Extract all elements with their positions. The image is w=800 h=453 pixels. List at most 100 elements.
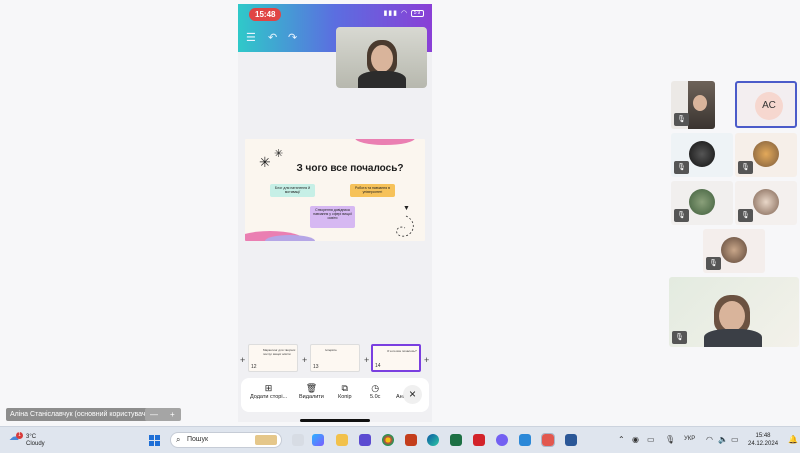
add-page-button[interactable]: ⊞ Додати сторі... — [250, 382, 287, 400]
participant-photo — [689, 189, 715, 215]
mic-muted-icon[interactable]: 🎙 — [665, 435, 675, 444]
teams-icon[interactable] — [359, 434, 371, 446]
participant-tile-active[interactable]: АС — [735, 81, 797, 128]
participant-photo — [753, 189, 779, 215]
edge-icon[interactable] — [427, 434, 439, 446]
participant-photo — [721, 237, 747, 263]
excel-icon[interactable] — [450, 434, 462, 446]
home-indicator — [300, 419, 370, 422]
slide-box-university: Робота та навчання в університеті — [350, 184, 395, 197]
add-page-label: Додати сторі... — [250, 394, 288, 400]
dashed-curve-decoration — [396, 215, 414, 237]
phone-status-bar: 15:48 ▮▮▮ ◠ 59 — [238, 4, 432, 24]
copy-icon: ⧉ — [341, 383, 348, 393]
task-view-icon[interactable] — [292, 434, 304, 446]
language-indicator[interactable]: УКР — [684, 436, 695, 442]
add-page-plus-icon[interactable]: + — [364, 355, 369, 365]
notification-bell-icon[interactable]: 🔔 — [788, 435, 798, 444]
chrome-icon[interactable] — [382, 434, 394, 446]
mic-muted-icon: 🎙 — [706, 257, 721, 270]
speaker-icon[interactable]: 🔈 — [718, 435, 728, 444]
page-thumbnail[interactable]: Маркетинг для творчих послуг вищої освіт… — [248, 344, 298, 372]
clock-date: 24.12.2024 — [748, 441, 779, 447]
start-button[interactable] — [149, 435, 160, 446]
slide-decoration-top — [355, 139, 415, 145]
page-actions-bar: ⊞ Додати сторі... 🗑 Видалити ⧉ Копір ◷ 5… — [241, 378, 429, 412]
copy-button[interactable]: ⧉ Копір — [338, 382, 352, 400]
person-face — [719, 301, 745, 331]
copy-label: Копір — [338, 394, 352, 400]
presenter-name-label: Аліна Станіславчук (основний користувач) — [6, 408, 152, 421]
page-thumbnail[interactable]: Інтерв'ю 13 — [310, 344, 360, 372]
participant-photo — [753, 141, 779, 167]
participant-tile-self[interactable]: 🎙 — [669, 277, 799, 347]
participant-tile[interactable]: 🎙 — [735, 181, 797, 225]
battery-icon[interactable]: ▭ — [731, 435, 739, 444]
person-body — [358, 71, 406, 88]
slide-canvas[interactable]: ✳ ✳ З чого все почалось? Блог для натхне… — [245, 139, 425, 241]
clock[interactable]: 15:48 24.12.2024 — [748, 432, 778, 448]
weather-text: 3°C Cloudy — [26, 434, 45, 447]
person-face — [371, 45, 393, 72]
add-page-icon: ⊞ — [264, 383, 273, 393]
presenter-camera-overlay[interactable] — [336, 27, 427, 88]
search-placeholder: Пошук — [187, 436, 209, 443]
wifi-icon[interactable]: ◠ — [706, 435, 713, 444]
taskbar: ☁ 1 3°C Cloudy ⌕ Пошук ⌃ ◉ ▭ 🎙 УКР ◠ 🔈 ▭ … — [0, 426, 800, 453]
add-page-plus-icon[interactable]: + — [424, 355, 429, 365]
sparkle-icon: ✳ — [259, 154, 271, 170]
participant-tile[interactable]: 🎙 — [671, 181, 733, 225]
search-highlight-icon — [255, 435, 277, 445]
slide-decoration-bottom-lilac — [265, 235, 315, 241]
person-body — [704, 329, 762, 347]
zoom-out-button[interactable]: — — [150, 408, 158, 421]
duration-button[interactable]: ◷ 5.0с — [370, 382, 380, 400]
participant-tile[interactable]: 🎙 — [735, 133, 797, 177]
arrow-head-icon: ▼ — [403, 205, 410, 212]
file-explorer-icon[interactable] — [336, 434, 348, 446]
add-page-plus-icon[interactable]: + — [240, 355, 245, 365]
trash-icon: 🗑 — [305, 383, 318, 393]
copilot-icon[interactable] — [312, 434, 324, 446]
thumbnail-text: Маркетинг для творчих послуг вищої освіт… — [263, 348, 296, 356]
tray-app-icon[interactable]: ◉ — [632, 435, 639, 444]
mic-muted-icon: 🎙 — [738, 209, 753, 222]
acrobat-icon[interactable] — [473, 434, 485, 446]
mic-muted-icon: 🎙 — [672, 331, 687, 344]
viber-icon[interactable] — [496, 434, 508, 446]
zoom-in-button[interactable]: + — [170, 408, 175, 421]
participant-tile[interactable]: 🎙 — [671, 81, 715, 129]
participant-photo — [689, 141, 715, 167]
thumbnail-number: 14 — [375, 363, 381, 369]
close-icon[interactable]: × — [403, 385, 422, 404]
active-app-icon[interactable] — [541, 433, 555, 447]
word-icon[interactable] — [565, 434, 577, 446]
search-icon: ⌕ — [176, 435, 181, 444]
participant-tile[interactable]: 🎙 — [671, 133, 733, 177]
delete-button[interactable]: 🗑 Видалити — [299, 382, 324, 400]
photos-icon[interactable] — [519, 434, 531, 446]
thumbnail-number: 12 — [251, 364, 257, 370]
thumbnail-text: Інтерв'ю — [325, 348, 337, 352]
person-face — [693, 95, 707, 111]
slide-box-handbook: Створення довідника навчання у сфері вищ… — [310, 206, 355, 228]
search-box[interactable]: ⌕ Пошук — [170, 432, 282, 448]
redo-icon[interactable]: ↷ — [288, 31, 297, 44]
clock-time: 15:48 — [755, 433, 771, 439]
menu-icon[interactable]: ☰ — [246, 31, 256, 44]
delete-label: Видалити — [299, 394, 324, 400]
mic-muted-icon: 🎙 — [738, 161, 753, 174]
undo-icon[interactable]: ↶ — [268, 31, 277, 44]
chevron-up-icon[interactable]: ⌃ — [618, 435, 625, 444]
page-thumbnail-active[interactable]: З чого все почалось? 14 — [371, 344, 421, 372]
add-page-plus-icon[interactable]: + — [302, 355, 307, 365]
status-icons: ▮▮▮ ◠ 59 — [383, 9, 424, 17]
video-icon[interactable]: ▭ — [647, 435, 655, 444]
participant-tile[interactable]: 🎙 — [703, 229, 765, 273]
powerpoint-icon[interactable] — [405, 434, 417, 446]
weather-badge: 1 — [16, 432, 23, 439]
slide-box-blog: Блог для натхнення й мотивації — [270, 184, 315, 197]
mic-muted-icon: 🎙 — [674, 113, 689, 126]
avatar: АС — [755, 92, 783, 120]
mic-muted-icon: 🎙 — [674, 209, 689, 222]
